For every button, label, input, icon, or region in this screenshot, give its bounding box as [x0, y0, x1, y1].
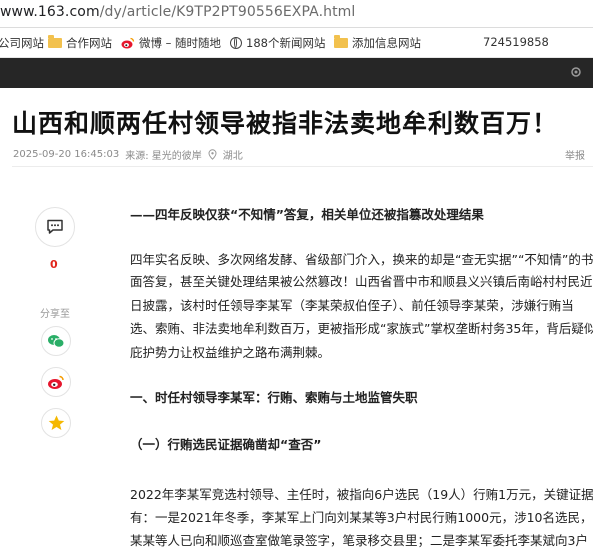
paragraph-line: 面答复，甚至关键处理结果被公然篡改！山西省晋中市和顺县义兴镇后南峪村村民近	[130, 274, 593, 289]
bookmark-label: 添加信息网站	[352, 36, 421, 50]
bookmark-partner-sites[interactable]: 合作网站	[48, 35, 112, 51]
comment-button[interactable]	[35, 207, 75, 247]
section-heading: 一、时任村领导李某军：行贿、索贿与土地监管失职	[130, 390, 418, 405]
paragraph-line: 2022年李某军竞选村领导、主任时，被指向6户选民（19人）行贿1万元，关键证据	[130, 487, 593, 502]
comment-count: 0	[50, 258, 58, 271]
wechat-icon	[48, 334, 65, 348]
publish-date: 2025-09-20 16:45:03	[13, 149, 120, 160]
site-header-bar	[0, 58, 593, 88]
paragraph-line: 某某等人已向和顺巡查室做笔录签字，笔录移交县里；二是李某军委托李某斌向3户	[130, 533, 588, 548]
bookmark-label: 724519858	[483, 35, 549, 49]
share-label: 分享至	[40, 309, 70, 320]
folder-icon	[334, 35, 348, 48]
share-weibo-button[interactable]	[41, 367, 71, 397]
paragraph-line: 四年实名反映、多次网络发酵、省级部门介入，换来的却是“查无实据”“不知情”的书	[130, 252, 593, 267]
bookmark-weibo[interactable]: 微博 – 随时随地	[121, 35, 221, 51]
report-link[interactable]: 举报	[565, 147, 585, 162]
bookmarks-bar: 公司网站 合作网站 微博 – 随时随地 188个新闻网站 添加信息网站 7245…	[0, 28, 593, 58]
share-wechat-button[interactable]	[41, 326, 71, 356]
location-pin-icon	[208, 149, 217, 160]
title-divider	[12, 166, 593, 167]
bookmark-label: 合作网站	[66, 36, 112, 50]
article-source[interactable]: 来源: 星光的彼岸	[125, 147, 202, 162]
bookmark-company-sites[interactable]: 公司网站	[0, 35, 44, 51]
share-qzone-button[interactable]	[41, 408, 71, 438]
comment-icon	[47, 219, 63, 234]
paragraph-line: 日披露，该村时任领导李某军（李某荣叔伯侄子）、前任领导李某荣，涉嫌行贿当	[130, 298, 574, 313]
bookmark-188-news[interactable]: 188个新闻网站	[230, 35, 325, 51]
article-title: 山西和顺两任村领导被指非法卖地牟利数百万！	[12, 109, 559, 138]
paragraph-line: 有：一是2021年冬季，李某军上门向刘某某等3户村民行贿1000元，涉10名选民…	[130, 510, 593, 525]
paragraph-line: 选、索贿、非法卖地牟利数百万，更被指形成“家族式”掌权垄断村务35年，背后疑似	[130, 321, 593, 336]
bookmark-add-info-sites[interactable]: 添加信息网站	[334, 35, 421, 51]
weibo-icon	[121, 37, 135, 49]
qzone-star-icon	[48, 415, 64, 430]
article-location: 湖北	[222, 151, 243, 162]
url-text[interactable]: www.163.com/dy/article/K9TP2PT90556EXPA.…	[0, 4, 355, 20]
url-path: /dy/article/K9TP2PT90556EXPA.html	[99, 4, 356, 20]
article-meta: 2025-09-20 16:45:03 来源: 星光的彼岸 湖北	[13, 147, 243, 162]
bookmark-label: 微博 – 随时随地	[139, 36, 222, 50]
globe-icon	[230, 37, 242, 49]
folder-icon	[48, 35, 62, 48]
url-host: www.163.com	[0, 4, 100, 20]
article-subtitle: ——四年反映仅获“不知情”答复，相关单位还被指篡改处理结果	[130, 207, 484, 222]
gear-icon[interactable]	[569, 65, 583, 79]
bookmark-qq-number[interactable]: 724519858	[483, 35, 549, 49]
weibo-icon	[48, 375, 64, 389]
paragraph-line: 庇护势力让权益维护之路布满荆棘。	[130, 345, 331, 360]
bookmark-label: 公司网站	[0, 36, 44, 50]
bookmark-label: 188个新闻网站	[246, 36, 326, 50]
address-bar[interactable]: www.163.com/dy/article/K9TP2PT90556EXPA.…	[0, 0, 593, 28]
subsection-heading: （一）行贿选民证据确凿却“查否”	[130, 437, 322, 452]
